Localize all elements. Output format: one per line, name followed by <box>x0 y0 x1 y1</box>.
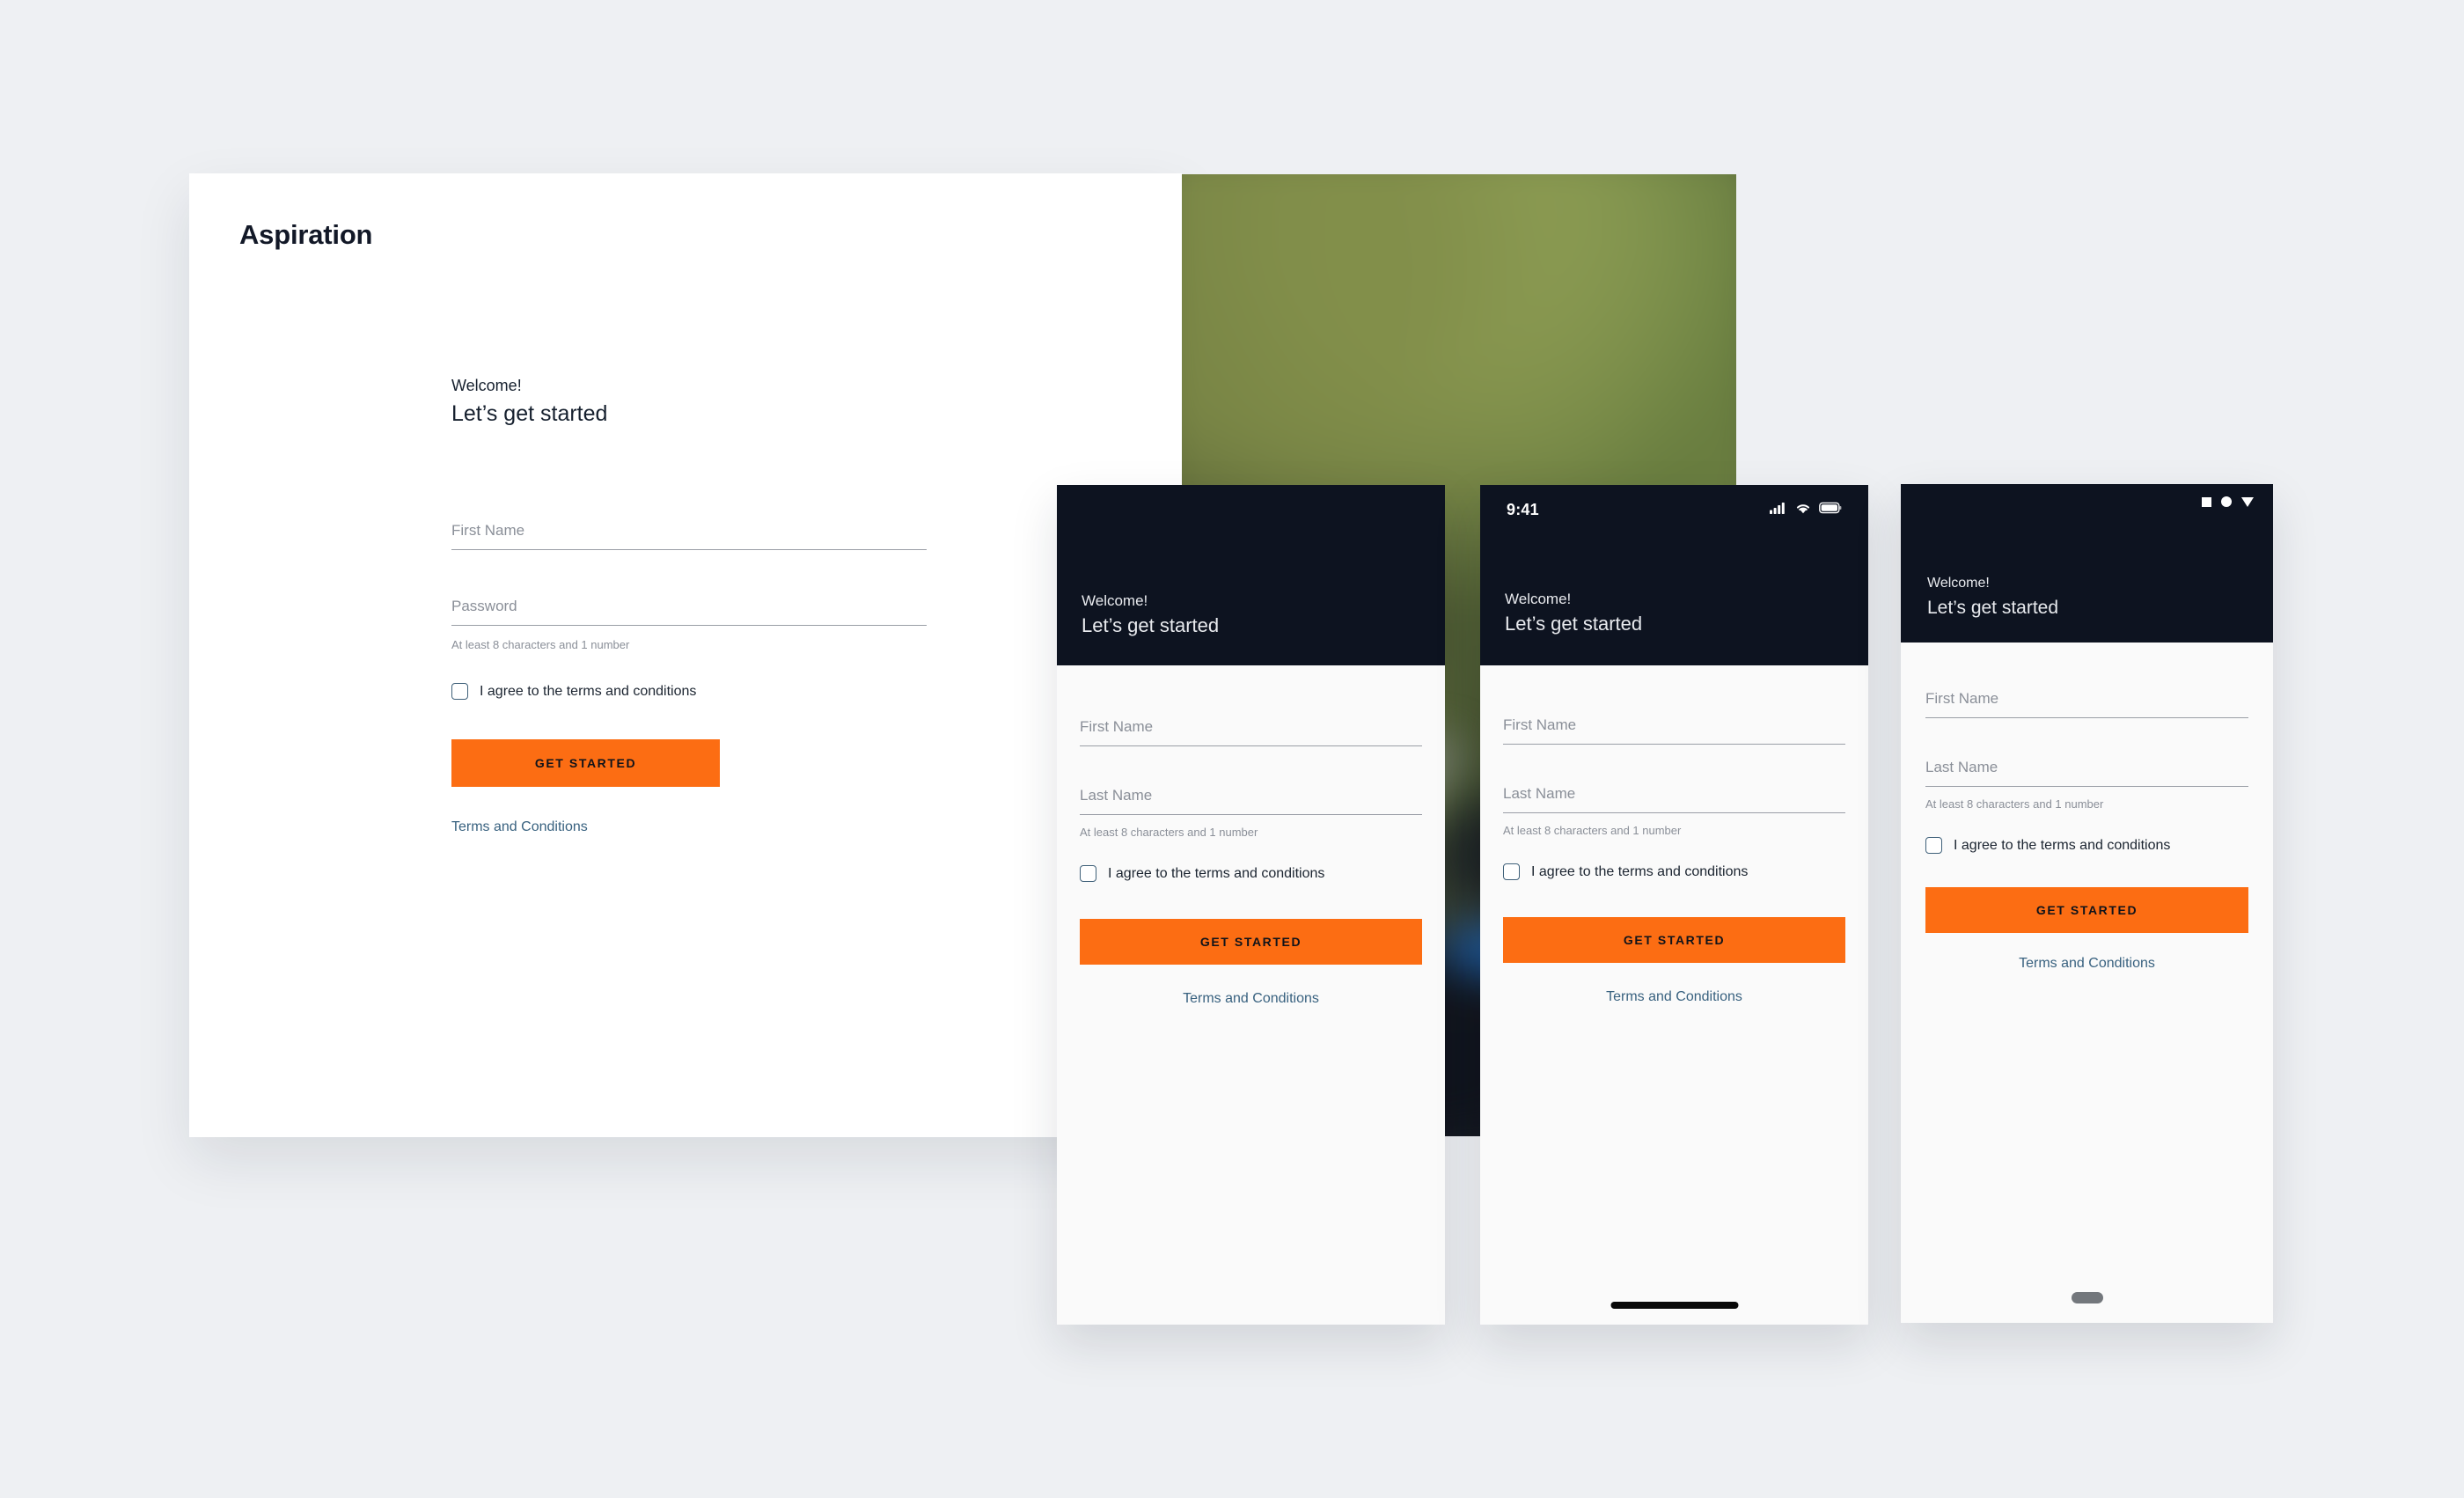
mobile-panel-ios: 9:41 Welcome! Let’s get started First Na… <box>1480 485 1868 1325</box>
mockup-stage: Aspiration Welcome! Let’s get started Fi… <box>0 0 2464 1498</box>
terms-and-conditions-link[interactable]: Terms and Conditions <box>451 819 588 835</box>
mobile-android-header: Welcome! Let’s get started <box>1901 484 2273 643</box>
mobile-android-form: First Name Last Name At least 8 characte… <box>1901 643 2273 972</box>
get-started-button[interactable]: GET STARTED <box>1080 919 1422 965</box>
mobile-panel-plain: Welcome! Let’s get started First Name La… <box>1057 485 1445 1325</box>
last-name-label: Last Name <box>1503 785 1576 802</box>
android-status-bar <box>2202 496 2254 507</box>
terms-checkbox-label: I agree to the terms and conditions <box>1531 863 1749 879</box>
password-field[interactable]: Password <box>451 598 927 626</box>
get-started-button[interactable]: GET STARTED <box>1925 887 2248 933</box>
mobile-panel-android: Welcome! Let’s get started First Name La… <box>1901 484 2273 1323</box>
terms-link-wrap: Terms and Conditions <box>1080 991 1422 1007</box>
first-name-underline <box>1925 717 2248 718</box>
first-name-field[interactable]: First Name <box>1080 718 1422 746</box>
terms-link-wrap: Terms and Conditions <box>1503 989 1845 1005</box>
terms-and-conditions-link[interactable]: Terms and Conditions <box>1183 991 1319 1007</box>
mobile-android-header-text: Welcome! Let’s get started <box>1927 575 2058 620</box>
first-name-field[interactable]: First Name <box>1925 690 2248 718</box>
welcome-eyebrow: Welcome! <box>1505 591 1572 608</box>
page-title: Let’s get started <box>1082 614 1220 637</box>
desktop-signup-panel: Aspiration Welcome! Let’s get started Fi… <box>189 173 1182 1137</box>
last-name-field[interactable]: Last Name <box>1080 787 1422 815</box>
circle-icon <box>2221 496 2232 507</box>
first-name-label: First Name <box>1503 716 1577 733</box>
first-name-underline <box>1080 745 1422 746</box>
last-name-field[interactable]: Last Name <box>1925 759 2248 787</box>
triangle-down-icon <box>2241 496 2254 507</box>
terms-link-wrap: Terms and Conditions <box>1925 956 2248 972</box>
terms-checkbox-row[interactable]: I agree to the terms and conditions <box>1503 863 1845 880</box>
terms-checkbox-row[interactable]: I agree to the terms and conditions <box>1080 865 1422 882</box>
password-helper-text: At least 8 characters and 1 number <box>1080 826 1258 839</box>
first-name-field[interactable]: First Name <box>451 522 927 550</box>
password-helper-text: At least 8 characters and 1 number <box>451 638 630 651</box>
last-name-field[interactable]: Last Name <box>1503 785 1845 813</box>
terms-checkbox-row[interactable]: I agree to the terms and conditions <box>1925 837 2248 854</box>
desktop-signup-form: Welcome! Let’s get started First Name Pa… <box>451 376 927 835</box>
welcome-eyebrow: Welcome! <box>451 377 522 394</box>
terms-checkbox-row[interactable]: I agree to the terms and conditions <box>451 683 927 700</box>
mobile-ios-header: 9:41 Welcome! Let’s get started <box>1480 485 1868 665</box>
mobile-ios-header-text: Welcome! Let’s get started <box>1505 590 1642 637</box>
welcome-eyebrow: Welcome! <box>1082 592 1148 610</box>
last-name-underline <box>1925 786 2248 787</box>
terms-and-conditions-link[interactable]: Terms and Conditions <box>2019 956 2155 972</box>
terms-checkbox-label: I agree to the terms and conditions <box>480 683 697 699</box>
first-name-label: First Name <box>451 522 525 539</box>
last-name-label: Last Name <box>1080 787 1153 804</box>
last-name-underline <box>1080 814 1422 815</box>
password-label: Password <box>451 598 517 614</box>
password-helper-text: At least 8 characters and 1 number <box>1503 824 1682 837</box>
ios-status-bar: 9:41 <box>1480 485 1868 534</box>
last-name-label: Last Name <box>1925 759 1998 775</box>
brand-logo: Aspiration <box>239 219 373 250</box>
square-icon <box>2202 496 2211 507</box>
home-pill[interactable] <box>2071 1292 2103 1303</box>
first-name-label: First Name <box>1080 718 1154 735</box>
welcome-eyebrow: Welcome! <box>1927 575 1990 591</box>
checkbox-icon[interactable] <box>1925 837 1942 854</box>
password-helper-text: At least 8 characters and 1 number <box>1925 797 2104 811</box>
mobile-ios-form: First Name Last Name At least 8 characte… <box>1480 665 1868 1005</box>
checkbox-icon[interactable] <box>451 683 468 700</box>
terms-checkbox-label: I agree to the terms and conditions <box>1108 865 1325 881</box>
mobile-plain-form: First Name Last Name At least 8 characte… <box>1057 665 1445 1007</box>
page-title: Let’s get started <box>451 400 608 426</box>
ios-status-icons <box>1770 502 1842 518</box>
mobile-plain-header-text: Welcome! Let’s get started <box>1082 591 1219 639</box>
terms-and-conditions-link[interactable]: Terms and Conditions <box>1606 989 1742 1005</box>
last-name-underline <box>1503 812 1845 813</box>
first-name-field[interactable]: First Name <box>1503 716 1845 745</box>
checkbox-icon[interactable] <box>1503 863 1520 880</box>
get-started-button[interactable]: GET STARTED <box>451 739 720 787</box>
wifi-icon <box>1795 502 1811 518</box>
cellular-signal-icon <box>1770 502 1787 518</box>
get-started-button[interactable]: GET STARTED <box>1503 917 1845 963</box>
checkbox-icon[interactable] <box>1080 865 1096 882</box>
first-name-underline <box>451 549 927 550</box>
first-name-underline <box>1503 744 1845 745</box>
page-title: Let’s get started <box>1505 613 1643 635</box>
mobile-plain-header: Welcome! Let’s get started <box>1057 485 1445 665</box>
first-name-label: First Name <box>1925 690 1999 707</box>
ios-clock: 9:41 <box>1507 500 1539 518</box>
terms-checkbox-label: I agree to the terms and conditions <box>1954 837 2171 853</box>
password-underline <box>451 625 927 626</box>
page-title: Let’s get started <box>1927 597 2059 618</box>
battery-icon <box>1819 502 1842 518</box>
home-indicator[interactable] <box>1610 1302 1738 1309</box>
